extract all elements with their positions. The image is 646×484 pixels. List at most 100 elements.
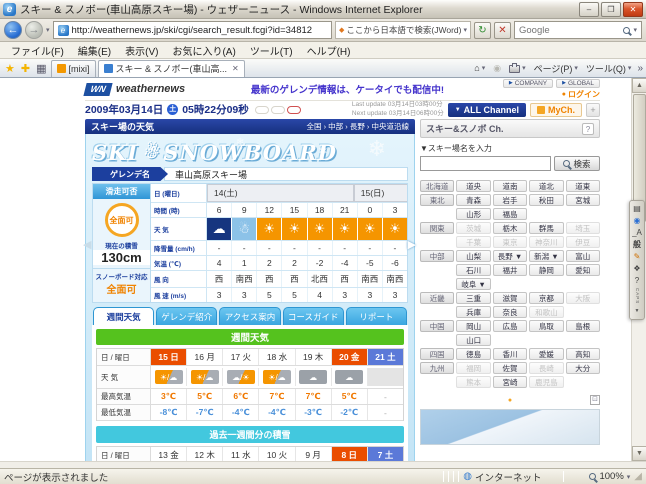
prefecture-button[interactable]: 長崎	[529, 362, 564, 374]
prefecture-button[interactable]: 京都	[529, 292, 564, 304]
prefecture-button[interactable]: 石川	[456, 264, 491, 276]
prefecture-button[interactable]: 高知	[565, 348, 600, 360]
scroll-down-button[interactable]: ▼	[632, 446, 646, 461]
prefecture-button[interactable]: 新潟 ▼	[529, 250, 564, 262]
search-box[interactable]: ▾	[514, 21, 642, 39]
help-button[interactable]: ?	[582, 122, 594, 135]
page-menu-button[interactable]: ページ(P) ▾	[532, 62, 580, 75]
section-tab[interactable]: 週間天気	[93, 307, 155, 325]
search-dropdown-icon[interactable]: ▾	[633, 26, 637, 34]
ime-tools-icon[interactable]: ❖	[633, 264, 640, 274]
search-input[interactable]	[519, 24, 621, 36]
prefecture-button[interactable]: 中部	[420, 250, 455, 262]
prefecture-button[interactable]: 神奈川	[529, 236, 564, 248]
prefecture-button[interactable]: 愛知	[565, 264, 600, 276]
prefecture-button[interactable]: 大分	[565, 362, 600, 374]
all-channel-button[interactable]: ▼ ALL Channel	[447, 102, 526, 117]
global-button[interactable]: ▶ GLOBAL	[556, 78, 600, 88]
tools-menu-button[interactable]: ツール(Q) ▾	[584, 62, 634, 75]
prefecture-button[interactable]: 東北	[420, 194, 455, 206]
weathernews-logo-mark[interactable]: WN	[83, 82, 113, 96]
tab-mixi[interactable]: [mixi]	[50, 59, 96, 77]
tab-active-ski[interactable]: スキー & スノボー(車山高... ✕	[97, 59, 245, 77]
prefecture-button[interactable]: 滋賀	[492, 292, 528, 304]
prefecture-button[interactable]: 山形	[456, 208, 491, 220]
feeds-button[interactable]: ◉	[491, 63, 503, 74]
prefecture-button[interactable]: 鳥取	[529, 320, 564, 332]
section-tab[interactable]: リポート	[345, 307, 408, 325]
prefecture-button[interactable]: 道東	[565, 180, 600, 192]
prefecture-button[interactable]: 鹿児島	[529, 376, 564, 388]
print-button[interactable]: ▾	[507, 63, 528, 73]
ime-minimize-icon[interactable]: ▼	[635, 306, 640, 316]
address-field[interactable]: e http://weathernews.jp/ski/cgi/search_r…	[52, 21, 333, 39]
prefecture-button[interactable]: 大阪	[565, 292, 600, 304]
prefecture-button[interactable]: 奈良	[492, 306, 528, 318]
prefecture-button[interactable]: 道北	[529, 180, 564, 192]
ime-conversion-mode-icon[interactable]: 般	[633, 240, 641, 250]
menu-item[interactable]: 表示(V)	[118, 42, 165, 59]
ime-pad-icon[interactable]: ▤	[633, 204, 641, 214]
jword-search-combo[interactable]: ◆ ここから日本語で検索(JWord) ▾	[335, 21, 471, 39]
menu-item[interactable]: お気に入り(A)	[165, 42, 242, 59]
prefecture-button[interactable]: 東京	[492, 236, 528, 248]
section-tab[interactable]: アクセス案内	[219, 307, 281, 325]
prefecture-button[interactable]: 道南	[492, 180, 528, 192]
quick-tabs-icon[interactable]: ▦	[34, 62, 48, 75]
toolbar-overflow-icon[interactable]: »	[637, 63, 643, 74]
history-dropdown-icon[interactable]: ▾	[46, 26, 50, 34]
scroll-up-button[interactable]: ▲	[632, 78, 646, 93]
prefecture-button[interactable]: 岐阜 ▼	[456, 278, 491, 290]
menu-item[interactable]: 編集(E)	[71, 42, 118, 59]
back-button[interactable]: ←	[4, 21, 22, 39]
prefecture-button[interactable]: 中国	[420, 320, 455, 332]
prefecture-button[interactable]: 広島	[492, 320, 528, 332]
ime-direct-input-icon[interactable]: _A	[632, 228, 642, 238]
prefecture-button[interactable]: 徳島	[456, 348, 491, 360]
prefecture-button[interactable]: 福井	[492, 264, 528, 276]
prefecture-button[interactable]: 九州	[420, 362, 455, 374]
prefecture-button[interactable]: 兵庫	[456, 306, 491, 318]
favorites-center-icon[interactable]: ★	[3, 62, 17, 75]
prefecture-button[interactable]: 近畿	[420, 292, 455, 304]
prefecture-button[interactable]: 岡山	[456, 320, 491, 332]
prefecture-button[interactable]: 三重	[456, 292, 491, 304]
prefecture-button[interactable]: 四国	[420, 348, 455, 360]
breadcrumb[interactable]: 全国 › 中部 › 長野 › 中央道沿線	[307, 121, 410, 132]
prefecture-button[interactable]: 道央	[456, 180, 491, 192]
prefecture-button[interactable]: 北海道	[420, 180, 455, 192]
prefecture-button[interactable]: 群馬	[529, 222, 564, 234]
prefecture-button[interactable]: 宮城	[565, 194, 600, 206]
weathernews-logo-text[interactable]: weathernews	[116, 83, 185, 95]
prefecture-button[interactable]: 愛媛	[529, 348, 564, 360]
ime-word-register-icon[interactable]: ✎	[634, 252, 641, 262]
prefecture-button[interactable]: 千葉	[456, 236, 491, 248]
ime-help-icon[interactable]: ?	[635, 276, 639, 286]
resort-search-input[interactable]	[420, 156, 551, 171]
next-period-arrow[interactable]: ▶	[408, 238, 416, 251]
prefecture-button[interactable]: 島根	[565, 320, 600, 332]
section-tab[interactable]: コースガイド	[282, 307, 344, 325]
menu-item[interactable]: ヘルプ(H)	[300, 42, 358, 59]
prefecture-button[interactable]: 山梨	[456, 250, 491, 262]
section-tab[interactable]: ゲレンデ紹介	[156, 307, 218, 325]
minimize-button[interactable]: –	[579, 1, 599, 17]
prev-period-arrow[interactable]: ◀	[83, 238, 91, 251]
prefecture-button[interactable]: 青森	[456, 194, 491, 206]
home-button[interactable]: ⌂ ▾	[472, 63, 487, 73]
prefecture-button[interactable]: 和歌山	[529, 306, 564, 318]
expand-icon[interactable]: ⊡	[590, 395, 600, 405]
add-channel-button[interactable]: +	[586, 102, 600, 117]
resort-search-button[interactable]: 検索	[554, 156, 600, 171]
prefecture-button[interactable]: 長野 ▼	[492, 250, 528, 262]
close-button[interactable]: ✕	[623, 1, 643, 17]
refresh-button[interactable]: ↻	[474, 21, 491, 39]
prefecture-button[interactable]: 伊豆	[565, 236, 600, 248]
restore-button[interactable]: ❐	[601, 1, 621, 17]
prefecture-button[interactable]: 栃木	[492, 222, 528, 234]
carousel-dot[interactable]: ●	[508, 397, 512, 404]
horizontal-scrollbar[interactable]	[0, 461, 646, 468]
my-channel-button[interactable]: MyCh.	[530, 102, 582, 117]
ime-input-mode-icon[interactable]: ◉	[634, 216, 641, 226]
search-magnifier-icon[interactable]	[623, 26, 631, 34]
